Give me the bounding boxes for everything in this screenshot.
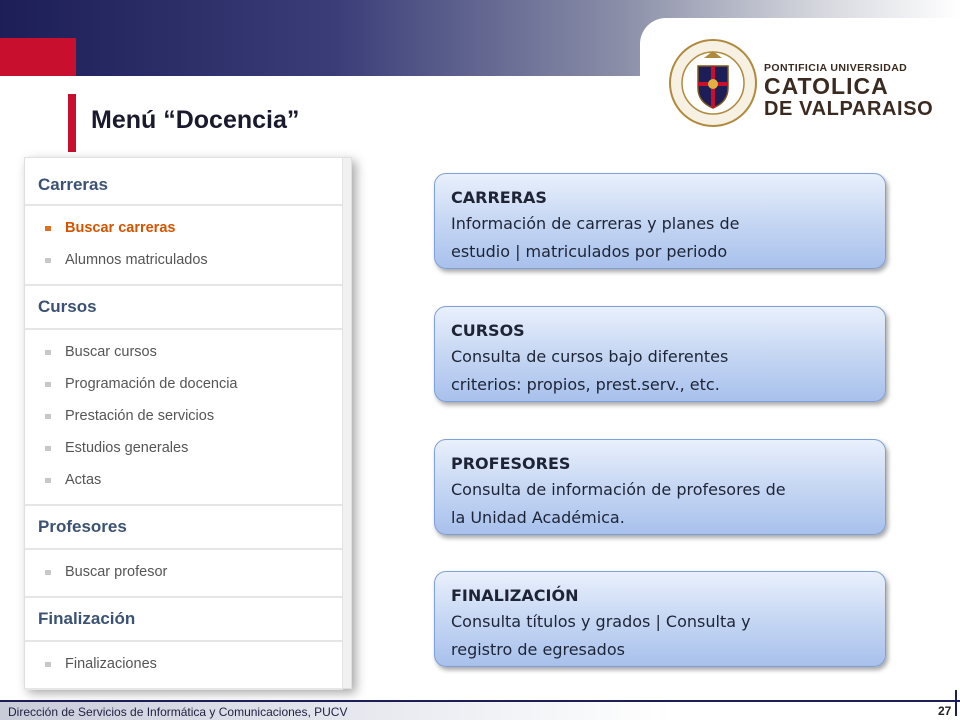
menu-item-label: Prestación de servicios (65, 408, 215, 424)
info-box-desc-line: Consulta de cursos bajo diferentes (451, 347, 729, 366)
info-box-desc-line: Consulta de información de profesores de (451, 480, 786, 499)
header-red-accent (0, 38, 76, 76)
title-accent-bar (68, 94, 76, 152)
university-seal-icon (669, 39, 757, 127)
menu-item[interactable]: Actas (25, 464, 343, 496)
menu-item-label: Actas (65, 472, 102, 488)
info-box-carreras: CARRERAS Información de carreras y plane… (434, 173, 886, 269)
menu-scrollbar (342, 158, 351, 688)
menu-section-items: Buscar carreras Alumnos matriculados (25, 206, 343, 286)
menu-item-label: Alumnos matriculados (65, 252, 208, 268)
info-box-title: CARRERAS (451, 188, 547, 207)
menu-section-heading[interactable]: Profesores (25, 506, 343, 550)
info-box-title: FINALIZACIÓN (451, 586, 579, 605)
page-number-tick (955, 690, 957, 716)
page-number: 27 (938, 704, 952, 718)
menu-item-label: Buscar carreras (65, 220, 176, 236)
bullet-icon (45, 258, 51, 263)
menu-screenshot: Carreras Buscar carreras Alumnos matricula… (24, 157, 352, 690)
info-box-desc-line: registro de egresados (451, 640, 625, 659)
info-box-desc-line: la Unidad Académica. (451, 508, 625, 527)
menu-item-label: Programación de docencia (65, 376, 238, 392)
info-box-title: PROFESORES (451, 454, 571, 473)
info-box-desc-line: estudio | matriculados por periodo (451, 242, 728, 261)
menu-item[interactable]: Alumnos matriculados (25, 244, 343, 276)
university-logo-text: PONTIFICIA UNIVERSIDAD CATOLICA DE VALPA… (764, 62, 933, 120)
menu-item[interactable]: Finalizaciones (25, 648, 343, 680)
bullet-icon (45, 570, 51, 575)
menu-item[interactable]: Buscar carreras (25, 212, 343, 244)
bullet-icon (45, 382, 51, 387)
info-box-desc-line: Información de carreras y planes de (451, 214, 740, 233)
info-box-desc-line: criterios: propios, prest.serv., etc. (451, 375, 720, 394)
menu-item[interactable]: Estudios generales (25, 432, 343, 464)
logo-line-3: DE VALPARAISO (764, 98, 934, 120)
menu-section-items: Buscar cursos Programación de docencia Pre… (25, 330, 343, 506)
menu-item-label: Buscar cursos (65, 344, 157, 360)
menu-list: Carreras Buscar carreras Alumnos matricula… (25, 158, 343, 690)
logo-line-2: CATOLICA (764, 73, 889, 99)
menu-item[interactable]: Buscar profesor (25, 556, 343, 588)
bullet-icon (45, 662, 51, 667)
bullet-icon (45, 446, 51, 451)
info-box-finalizacion: FINALIZACIÓN Consulta títulos y grados |… (434, 571, 886, 667)
bullet-icon (45, 414, 51, 419)
slide-title: Menú “Docencia” (91, 106, 300, 134)
menu-item-label: Finalizaciones (65, 656, 157, 672)
menu-section-heading[interactable]: Carreras (25, 158, 343, 206)
info-box-cursos: CURSOS Consulta de cursos bajo diferente… (434, 306, 886, 402)
menu-section-items: Finalizaciones (25, 642, 343, 690)
menu-section-heading[interactable]: Cursos (25, 286, 343, 330)
menu-item[interactable]: Buscar cursos (25, 336, 343, 368)
bullet-icon (45, 226, 51, 231)
menu-item[interactable]: Prestación de servicios (25, 400, 343, 432)
menu-section-items: Buscar profesor (25, 550, 343, 598)
info-box-profesores: PROFESORES Consulta de información de pr… (434, 439, 886, 535)
menu-item-label: Estudios generales (65, 440, 189, 456)
bullet-icon (45, 350, 51, 355)
info-box-title: CURSOS (451, 321, 525, 340)
info-box-desc-line: Consulta títulos y grados | Consulta y (451, 612, 751, 631)
footer-text: Dirección de Servicios de Informática y … (8, 705, 348, 719)
menu-item-label: Buscar profesor (65, 564, 168, 580)
menu-section-heading[interactable]: Finalización (25, 598, 343, 642)
bullet-icon (45, 478, 51, 483)
menu-item[interactable]: Programación de docencia (25, 368, 343, 400)
